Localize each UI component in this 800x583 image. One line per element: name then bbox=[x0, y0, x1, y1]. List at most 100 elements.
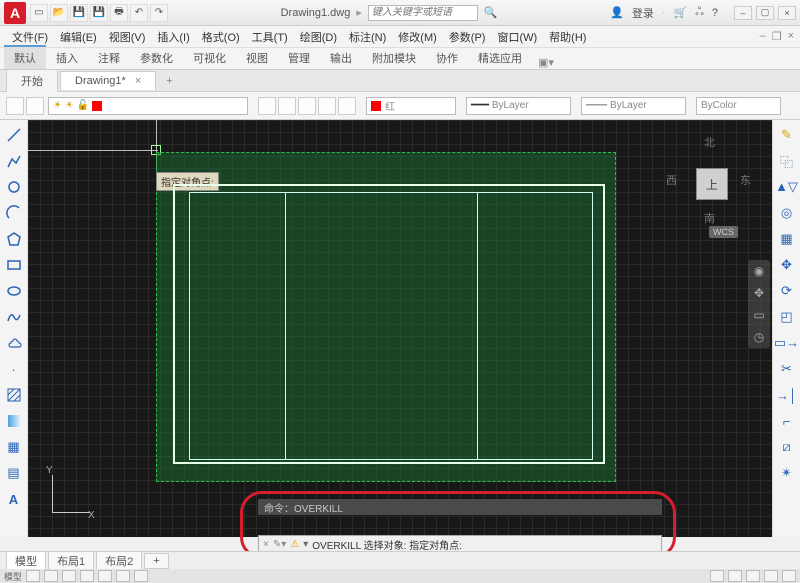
doc-min-icon[interactable]: – bbox=[760, 30, 766, 43]
layer-freeze-icon[interactable] bbox=[298, 97, 316, 115]
file-tab-new[interactable]: + bbox=[158, 72, 180, 90]
status-workspace-icon[interactable] bbox=[746, 570, 760, 582]
tab-manage[interactable]: 管理 bbox=[278, 47, 320, 69]
viewcube-w[interactable]: 西 bbox=[666, 172, 677, 188]
extend-icon[interactable]: →│ bbox=[776, 384, 798, 406]
copy-icon[interactable]: ⿻ bbox=[776, 150, 798, 172]
revcloud-icon[interactable] bbox=[3, 332, 25, 354]
scale-icon[interactable]: ◰ bbox=[776, 306, 798, 328]
tab-featured[interactable]: 精选应用 bbox=[468, 47, 532, 69]
file-tab-close-icon[interactable]: × bbox=[135, 75, 141, 87]
layer-match-icon[interactable] bbox=[338, 97, 356, 115]
layout-tab-1[interactable]: 布局1 bbox=[48, 551, 94, 571]
status-scale-icon[interactable] bbox=[728, 570, 742, 582]
spline-icon[interactable] bbox=[3, 306, 25, 328]
rectangle-icon[interactable] bbox=[3, 254, 25, 276]
explode-icon[interactable]: ✴ bbox=[776, 462, 798, 484]
layer-iso-icon[interactable] bbox=[258, 97, 276, 115]
tab-output[interactable]: 输出 bbox=[320, 47, 362, 69]
layout-tab-2[interactable]: 布局2 bbox=[96, 551, 142, 571]
search-input[interactable] bbox=[368, 5, 478, 21]
open-icon[interactable]: 📂 bbox=[50, 4, 68, 22]
help-icon[interactable]: ? bbox=[712, 7, 718, 19]
region-icon[interactable]: ▦ bbox=[3, 436, 25, 458]
move-icon[interactable]: ✥ bbox=[776, 254, 798, 276]
maximize-button[interactable]: ▢ bbox=[756, 6, 774, 20]
offset-icon[interactable]: ◎ bbox=[776, 202, 798, 224]
ribbon-expand-icon[interactable]: ▣▾ bbox=[538, 56, 554, 69]
point-icon[interactable]: · bbox=[3, 358, 25, 380]
status-clean-icon[interactable] bbox=[764, 570, 778, 582]
tab-addins[interactable]: 附加模块 bbox=[362, 47, 426, 69]
doc-close-icon[interactable]: × bbox=[788, 30, 794, 43]
line-icon[interactable] bbox=[3, 124, 25, 146]
rotate-icon[interactable]: ⟳ bbox=[776, 280, 798, 302]
status-polar-icon[interactable] bbox=[80, 570, 94, 582]
save-icon[interactable]: 💾 bbox=[70, 4, 88, 22]
viewcube-s[interactable]: 南 bbox=[704, 210, 715, 226]
layout-tab-new[interactable]: + bbox=[144, 553, 168, 569]
plot-icon[interactable]: 🖶 bbox=[110, 4, 128, 22]
tab-default[interactable]: 默认 bbox=[4, 45, 46, 69]
layer-selector[interactable]: ☀ ☀ 🔓 bbox=[48, 97, 248, 115]
trim-icon[interactable]: ✂ bbox=[776, 358, 798, 380]
color-selector[interactable]: 红 bbox=[366, 97, 456, 115]
arc-icon[interactable] bbox=[3, 202, 25, 224]
hatch-icon[interactable] bbox=[3, 384, 25, 406]
linetype-selector[interactable]: ─── ByLayer bbox=[581, 97, 686, 115]
menu-insert[interactable]: 插入(I) bbox=[151, 27, 195, 47]
status-lwt-icon[interactable] bbox=[134, 570, 148, 582]
polyline-icon[interactable] bbox=[3, 150, 25, 172]
circle-icon[interactable] bbox=[3, 176, 25, 198]
file-tab-start[interactable]: 开始 bbox=[6, 69, 58, 92]
menu-file[interactable]: 文件(F) bbox=[6, 27, 54, 47]
text-icon[interactable]: A bbox=[3, 488, 25, 510]
menu-param[interactable]: 参数(P) bbox=[443, 27, 492, 47]
cmd-close-icon[interactable]: × bbox=[263, 539, 269, 550]
status-ortho-icon[interactable] bbox=[62, 570, 76, 582]
user-icon[interactable]: 👤 bbox=[610, 6, 624, 19]
status-osnap-icon[interactable] bbox=[98, 570, 112, 582]
viewcube[interactable]: 北 南 西 东 上 bbox=[660, 132, 760, 232]
viewcube-top[interactable]: 上 bbox=[696, 168, 728, 200]
search-icon[interactable]: 🔍 bbox=[484, 6, 498, 19]
array-icon[interactable]: ▦ bbox=[776, 228, 798, 250]
menu-view[interactable]: 视图(V) bbox=[103, 27, 152, 47]
lineweight-selector[interactable]: ━━━ ByLayer bbox=[466, 97, 571, 115]
menu-draw[interactable]: 绘图(D) bbox=[294, 27, 343, 47]
status-custom-icon[interactable] bbox=[782, 570, 796, 582]
polygon-icon[interactable] bbox=[3, 228, 25, 250]
tab-insert[interactable]: 插入 bbox=[46, 47, 88, 69]
table-icon[interactable]: ▤ bbox=[3, 462, 25, 484]
viewcube-n[interactable]: 北 bbox=[704, 134, 715, 150]
fillet-icon[interactable]: ⌐ bbox=[776, 410, 798, 432]
menu-edit[interactable]: 编辑(E) bbox=[54, 27, 103, 47]
zoom-extents-icon[interactable]: ▭ bbox=[753, 308, 764, 322]
tab-view[interactable]: 视图 bbox=[236, 47, 278, 69]
new-icon[interactable]: ▭ bbox=[30, 4, 48, 22]
cmd-customize-icon[interactable]: ✎▾ bbox=[273, 539, 286, 550]
share-icon[interactable]: ஃ bbox=[695, 6, 704, 20]
layer-off-icon[interactable] bbox=[278, 97, 296, 115]
layout-tab-model[interactable]: 模型 bbox=[6, 551, 46, 571]
status-otrack-icon[interactable] bbox=[116, 570, 130, 582]
ellipse-icon[interactable] bbox=[3, 280, 25, 302]
app-icon[interactable]: A bbox=[4, 2, 26, 24]
file-tab-drawing1[interactable]: Drawing1* × bbox=[60, 71, 156, 90]
status-model[interactable]: 模型 bbox=[4, 570, 22, 583]
viewcube-e[interactable]: 东 bbox=[740, 172, 751, 188]
tab-visualize[interactable]: 可视化 bbox=[183, 47, 236, 69]
saveas-icon[interactable]: 💾 bbox=[90, 4, 108, 22]
steering-wheel-icon[interactable]: ◉ bbox=[754, 264, 764, 278]
menu-tools[interactable]: 工具(T) bbox=[246, 27, 294, 47]
erase-icon[interactable]: ✎ bbox=[776, 124, 798, 146]
tab-parametric[interactable]: 参数化 bbox=[130, 47, 183, 69]
close-button[interactable]: × bbox=[778, 6, 796, 20]
pan-icon[interactable]: ✥ bbox=[754, 286, 764, 300]
layer-states-icon[interactable] bbox=[26, 97, 44, 115]
redo-icon[interactable]: ↷ bbox=[150, 4, 168, 22]
orbit-icon[interactable]: ◷ bbox=[754, 330, 764, 344]
layer-lock-icon[interactable] bbox=[318, 97, 336, 115]
tab-collab[interactable]: 协作 bbox=[426, 47, 468, 69]
wcs-badge[interactable]: WCS bbox=[709, 226, 738, 238]
